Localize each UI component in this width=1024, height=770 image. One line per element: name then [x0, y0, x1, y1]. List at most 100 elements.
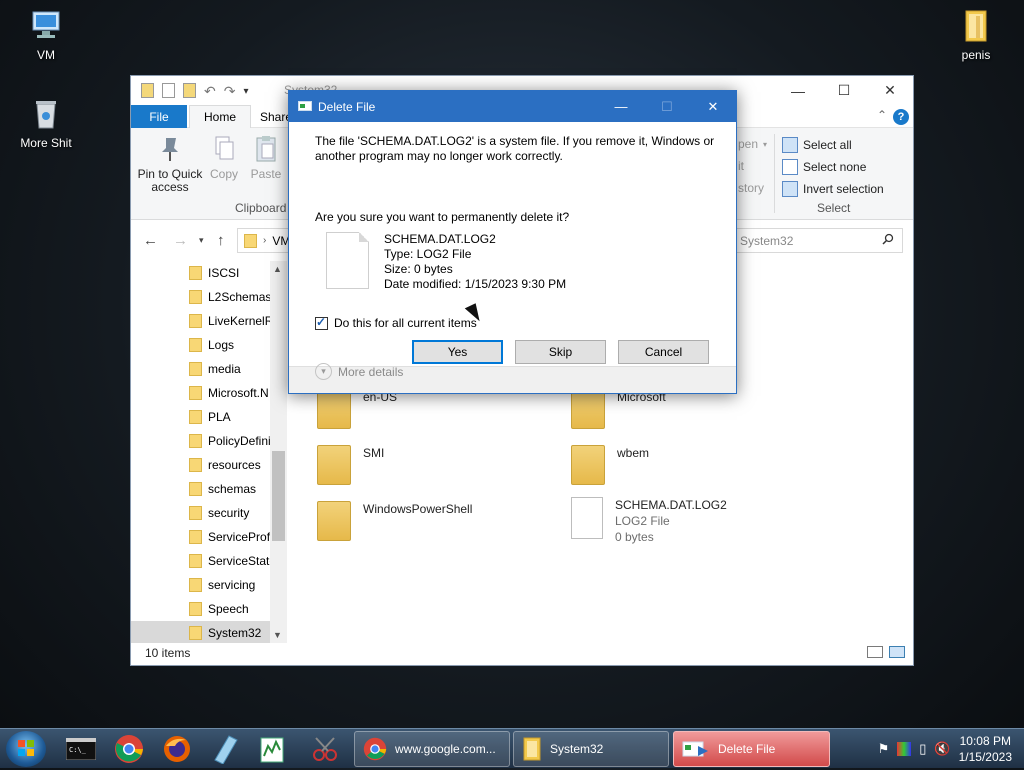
tab-file[interactable]: File — [131, 105, 187, 128]
system-clock[interactable]: 10:08 PM 1/15/2023 — [959, 733, 1012, 765]
edit-button[interactable]: it — [738, 159, 744, 173]
nav-item-label: Speech — [208, 602, 249, 616]
file-icon — [326, 232, 369, 289]
taskbar-notes[interactable] — [204, 732, 246, 766]
file-item[interactable]: en-US — [317, 389, 397, 429]
usb-device-icon[interactable]: ▯ — [919, 741, 926, 757]
nav-item[interactable]: ISCSI — [131, 261, 286, 285]
desktop-icon-label: VM — [37, 48, 55, 62]
new-folder-icon[interactable] — [183, 83, 196, 98]
large-icons-view-icon[interactable] — [889, 646, 905, 658]
history-button[interactable]: story — [738, 181, 764, 195]
folder-icon — [141, 83, 154, 98]
nav-scrollbar[interactable]: ▲ ▼ — [270, 261, 287, 643]
taskbar-firefox[interactable] — [156, 732, 198, 766]
dialog-window-controls: — ☐ ✕ — [598, 91, 736, 122]
forward-icon[interactable]: → — [173, 232, 188, 249]
delete-file-dialog[interactable]: Delete File — ☐ ✕ The file 'SCHEMA.DAT.L… — [288, 90, 737, 394]
dialog-titlebar[interactable]: Delete File — ☐ ✕ — [289, 91, 736, 122]
file-item[interactable]: WindowsPowerShell — [317, 501, 472, 541]
apply-all-checkbox[interactable]: Do this for all current items — [315, 315, 477, 330]
action-center-icon[interactable]: ⚑ — [878, 741, 890, 757]
close-button[interactable]: ✕ — [867, 76, 913, 105]
collapse-ribbon-icon[interactable]: ⌃ — [877, 108, 887, 122]
minimize-button[interactable]: — — [775, 76, 821, 105]
file-item[interactable]: wbem — [571, 445, 649, 485]
more-details-toggle[interactable]: ▾ More details — [315, 363, 403, 380]
checkbox-checked-icon[interactable] — [315, 315, 328, 330]
maximize-button[interactable]: ☐ — [821, 76, 867, 105]
redo-icon[interactable]: ↷ — [224, 83, 236, 100]
folder-icon — [189, 554, 202, 568]
task-label: System32 — [550, 742, 604, 756]
address-input[interactable]: › VM — [237, 228, 293, 253]
tab-home[interactable]: Home — [189, 105, 252, 128]
nav-item[interactable]: L2Schemas — [131, 285, 286, 309]
nav-item-selected[interactable]: System32 — [131, 621, 286, 643]
scissors-icon — [313, 737, 337, 761]
file-item[interactable]: SCHEMA.DAT.LOG2 LOG2 File 0 bytes — [571, 497, 727, 545]
taskbar-process-monitor[interactable] — [252, 732, 294, 766]
nav-item[interactable]: Speech — [131, 597, 286, 621]
display-settings-icon[interactable] — [897, 742, 912, 756]
open-button[interactable]: pen ▾ — [738, 137, 767, 151]
more-details-label: More details — [338, 364, 404, 379]
select-all-button[interactable]: Select all — [782, 137, 852, 153]
nav-item[interactable]: schemas — [131, 477, 286, 501]
pin-to-quick-access-button[interactable]: Pin to Quick access — [137, 134, 203, 194]
customize-toolbar-icon[interactable]: ▾ — [243, 86, 248, 100]
taskbar-task-delete-file[interactable]: Delete File — [673, 731, 830, 767]
yes-button[interactable]: Yes — [412, 340, 503, 364]
skip-button[interactable]: Skip — [515, 340, 606, 364]
recent-locations-icon[interactable]: ▾ — [199, 235, 204, 246]
invert-selection-button[interactable]: Invert selection — [782, 181, 884, 197]
nav-item[interactable]: PolicyDefini — [131, 429, 286, 453]
chrome-icon — [363, 737, 387, 761]
nav-item[interactable]: resources — [131, 453, 286, 477]
folder-icon — [189, 386, 202, 400]
taskbar-cmd[interactable]: C:\_ — [60, 732, 102, 766]
undo-icon[interactable]: ↶ — [204, 83, 216, 100]
nav-item[interactable]: media — [131, 357, 286, 381]
maximize-button[interactable]: ☐ — [644, 91, 690, 122]
desktop-icon-folder[interactable]: penis — [936, 8, 1016, 62]
up-icon[interactable]: ↑ — [217, 232, 225, 249]
minimize-button[interactable]: — — [598, 91, 644, 122]
volume-muted-icon[interactable]: 🔇 — [934, 741, 950, 757]
copy-button[interactable]: Copy — [207, 134, 241, 181]
desktop-icon-recycle-bin[interactable]: More Shit — [6, 96, 86, 150]
delete-file-icon — [682, 741, 708, 757]
navigation-pane[interactable]: ISCSI L2Schemas LiveKernelR Logs media M… — [131, 261, 286, 643]
start-button[interactable] — [6, 731, 46, 767]
dialog-body: The file 'SCHEMA.DAT.LOG2' is a system f… — [289, 122, 736, 367]
desktop-icon-vm[interactable]: VM — [6, 8, 86, 62]
details-view-icon[interactable] — [867, 646, 883, 658]
nav-item[interactable]: security — [131, 501, 286, 525]
file-item[interactable]: SMI — [317, 445, 384, 485]
nav-item[interactable]: Microsoft.N — [131, 381, 286, 405]
file-item[interactable]: Microsoft — [571, 389, 666, 429]
select-none-button[interactable]: Select none — [782, 159, 866, 175]
scroll-up-icon[interactable]: ▲ — [273, 264, 282, 274]
close-button[interactable]: ✕ — [690, 91, 736, 122]
nav-item[interactable]: LiveKernelR — [131, 309, 286, 333]
nav-item[interactable]: ServiceState — [131, 549, 286, 573]
back-icon[interactable]: ← — [143, 232, 158, 249]
folder-icon — [958, 8, 994, 44]
taskbar-task-chrome-window[interactable]: www.google.com... — [354, 731, 510, 767]
nav-item[interactable]: servicing — [131, 573, 286, 597]
scroll-down-icon[interactable]: ▼ — [273, 630, 282, 640]
nav-item[interactable]: Logs — [131, 333, 286, 357]
scrollbar-thumb[interactable] — [272, 451, 285, 541]
help-icon[interactable]: ? — [893, 109, 909, 125]
taskbar-task-explorer[interactable]: System32 — [513, 731, 669, 767]
search-input[interactable]: h System32 — [721, 228, 903, 253]
nav-item[interactable]: ServiceProfi — [131, 525, 286, 549]
cancel-button[interactable]: Cancel — [618, 340, 709, 364]
properties-icon[interactable] — [162, 83, 175, 98]
nav-item[interactable]: PLA — [131, 405, 286, 429]
taskbar-chrome[interactable] — [108, 732, 150, 766]
taskbar-snipping-tool[interactable] — [304, 732, 346, 766]
paste-button[interactable]: Paste — [249, 134, 283, 181]
open-label: pen — [738, 137, 759, 151]
